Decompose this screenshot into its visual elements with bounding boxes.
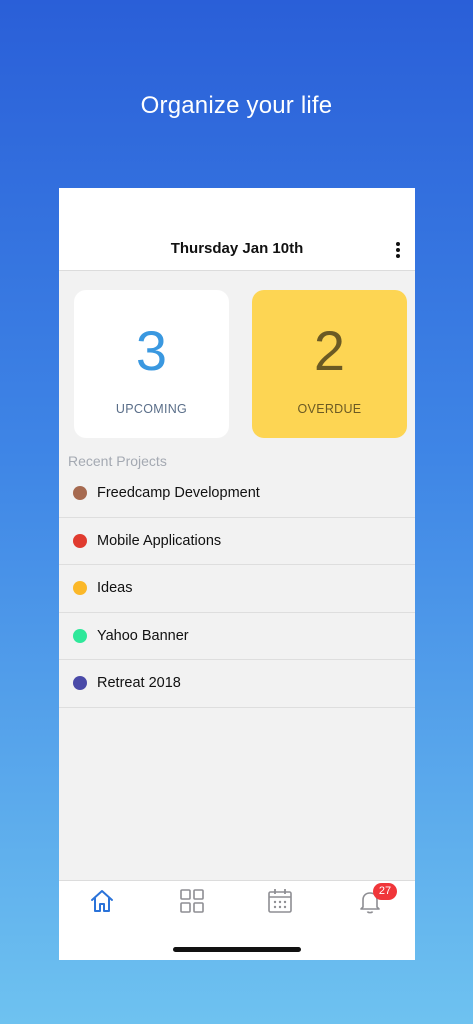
project-name: Freedcamp Development — [97, 485, 260, 502]
notification-badge: 27 — [373, 883, 397, 900]
tab-notifications[interactable]: 27 — [356, 883, 397, 915]
project-item[interactable]: Retreat 2018 — [59, 660, 415, 708]
headline: Organize your life — [140, 92, 333, 119]
recent-projects-title: Recent Projects — [68, 453, 167, 469]
upcoming-count: 3 — [135, 319, 168, 382]
project-name: Mobile Applications — [97, 532, 222, 549]
tab-projects[interactable] — [178, 887, 208, 915]
upcoming-label: UPCOMING — [115, 402, 188, 416]
phone-screen: Thursday Jan 10th 3 UPCOMING 2 OVERDUE R… — [59, 188, 415, 960]
project-item[interactable]: Ideas — [59, 565, 415, 613]
tab-calendar[interactable] — [266, 887, 296, 915]
kebab-menu-icon[interactable] — [393, 242, 403, 258]
home-icon — [91, 890, 113, 912]
overdue-card[interactable]: 2 OVERDUE — [252, 290, 407, 438]
header-date: Thursday Jan 10th — [170, 240, 304, 257]
home-indicator — [173, 947, 301, 952]
project-name: Yahoo Banner — [97, 627, 189, 644]
project-name: Ideas — [97, 580, 133, 597]
grid-icon — [180, 889, 204, 913]
overdue-label: OVERDUE — [297, 402, 362, 416]
calendar-icon — [268, 889, 292, 913]
project-name: Retreat 2018 — [97, 675, 181, 692]
tab-home[interactable] — [88, 887, 118, 915]
project-item[interactable]: Freedcamp Development — [59, 470, 415, 518]
recent-projects-list: Freedcamp Development Mobile Application… — [59, 470, 415, 708]
project-item[interactable]: Mobile Applications — [59, 518, 415, 565]
project-item[interactable]: Yahoo Banner — [59, 613, 415, 660]
project-color-dot — [73, 486, 87, 501]
header-bar: Thursday Jan 10th — [59, 188, 415, 271]
upcoming-card[interactable]: 3 UPCOMING — [74, 290, 229, 438]
overdue-count: 2 — [313, 319, 346, 382]
project-color-dot — [73, 676, 87, 691]
project-color-dot — [73, 581, 87, 596]
project-color-dot — [73, 533, 87, 548]
project-color-dot — [73, 628, 87, 643]
